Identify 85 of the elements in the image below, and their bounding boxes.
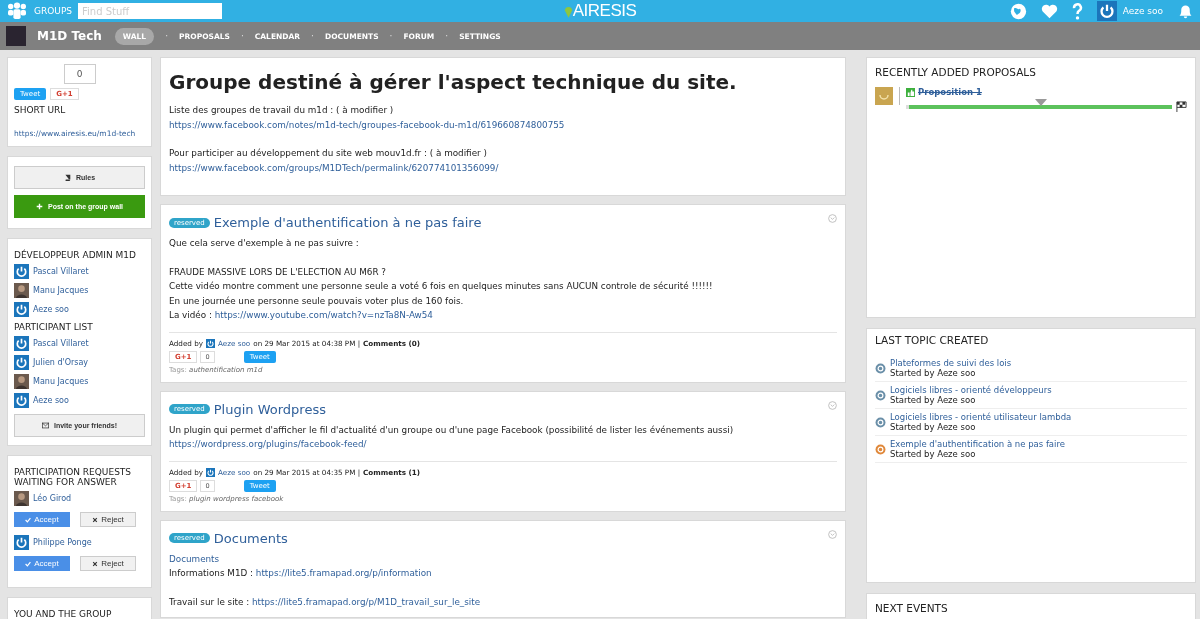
close-icon [92, 560, 99, 567]
topic-link[interactable]: Exemple d'authentification à ne pas faire [890, 439, 1065, 449]
link[interactable]: https://wordpress.org/plugins/facebook-feed/ [169, 439, 367, 449]
group-description-title: Groupe destiné à gérer l'aspect technique du site. [169, 70, 738, 94]
user-photo-icon [14, 374, 29, 389]
member-link[interactable]: Julien d'Orsay [33, 358, 89, 367]
topic-author: Started by Aeze soo [890, 449, 977, 459]
member-link[interactable]: Manu Jacques [33, 377, 89, 386]
group-name[interactable]: M1D Tech [37, 29, 102, 43]
user-photo-icon [14, 491, 29, 506]
section-heading: SHORT URL [14, 105, 67, 115]
topic-author: Started by Aeze soo [890, 395, 977, 405]
proposal-image-icon [875, 87, 900, 105]
topic-link[interactable]: Logiciels libres - orienté développeurs [890, 385, 1052, 395]
body-text: Travail sur le site : [169, 596, 251, 607]
link[interactable]: https://lite5.framapad.org/p/information [255, 568, 432, 578]
help-icon[interactable] [1071, 2, 1083, 20]
section-heading: DÉVELOPPEUR ADMIN M1D [14, 250, 137, 260]
body-text: Un plugin qui permet d'afficher le fil d'actualité d'un groupe ou d'une page Facebook (possibilité de lister les événements aussi) [169, 424, 734, 435]
topic-author: Started by Aeze soo [890, 368, 977, 378]
member-link[interactable]: Léo Girod [33, 494, 72, 503]
power-avatar-icon [14, 393, 29, 408]
member-link[interactable]: Manu Jacques [33, 286, 89, 295]
finish-flag-icon [1176, 101, 1187, 112]
collapse-icon[interactable] [828, 400, 837, 410]
separator-dot: · [389, 31, 393, 41]
plus-icon [35, 203, 43, 210]
section-heading: YOU AND THE GROUP [14, 609, 113, 619]
separator-dot: · [165, 31, 168, 41]
reject-button[interactable]: Reject [80, 556, 136, 571]
member-link[interactable]: Pascal Villaret [33, 267, 89, 276]
pin-logo-icon [563, 4, 573, 18]
collapse-icon[interactable] [828, 529, 837, 539]
power-avatar-icon [14, 264, 29, 279]
separator-dot: · [445, 31, 449, 41]
power-avatar-icon [14, 535, 29, 550]
body-text: Que cela serve d'exemple à ne pas suivre : [169, 238, 359, 248]
body-text: Liste des groupes de travail du m1d : ( à modifier ) [169, 105, 394, 115]
topic-author: Started by Aeze soo [890, 422, 977, 432]
heart-icon[interactable] [1040, 2, 1058, 20]
groups-icon[interactable] [6, 2, 28, 20]
envelope-icon [42, 422, 49, 429]
body-text: En une journée une personne seule pouvais voter plus de 160 fois. [169, 295, 464, 306]
section-heading: PARTICIPATION REQUESTS WAITING FOR ANSWER [14, 467, 133, 487]
thumbs-up-icon [906, 87, 915, 97]
section-heading: RECENTLY ADDED PROPOSALS [875, 66, 1037, 78]
proposal-link[interactable]: Proposition 1 [918, 87, 982, 97]
body-text: FRAUDE MASSIVE LORS DE L'ELECTION AU M6R ? [169, 266, 387, 277]
member-link[interactable]: Philippe Ponge [33, 538, 92, 547]
separator-dot: · [240, 31, 244, 41]
power-avatar-icon [14, 302, 29, 317]
power-avatar-icon [14, 355, 29, 370]
check-icon [25, 560, 32, 567]
link[interactable]: Documents [169, 553, 220, 564]
group-image [6, 26, 26, 46]
body-text: Informations M1D : [169, 568, 255, 578]
member-link[interactable]: Aeze soo [33, 396, 69, 405]
power-avatar-icon[interactable] [1096, 1, 1117, 21]
power-avatar-icon [14, 336, 29, 351]
post-title[interactable]: Exemple d'authentification à ne pas faire [213, 215, 482, 230]
member-link[interactable]: Pascal Villaret [33, 339, 89, 348]
power-avatar-icon [206, 338, 215, 348]
reject-button[interactable]: Reject [80, 512, 136, 527]
link[interactable]: https://www.youtube.com/watch?v=nzTa8N-Aw54 [214, 310, 433, 320]
power-avatar-icon [206, 467, 215, 477]
link[interactable]: https://lite5.framapad.org/p/M1D_travail_sur_le_site [252, 596, 481, 607]
section-heading: NEXT EVENTS [875, 602, 949, 614]
body-text: La vidéo : [169, 310, 213, 320]
link[interactable]: https://www.facebook.com/notes/m1d-tech/groupes-facebook-du-m1d/619660874800755 [169, 119, 565, 130]
post-title[interactable]: Plugin Wordpress [213, 401, 326, 417]
user-photo-icon [14, 283, 29, 298]
member-link[interactable]: Aeze soo [33, 305, 69, 314]
section-heading: PARTICIPANT LIST [14, 322, 94, 332]
collapse-icon[interactable] [828, 214, 837, 223]
body-text: Cette vidéo montre comment une personne seule a voté 6 fois en quelques minutes sans AUCUN controle de sécurité !!!!!! [169, 281, 713, 291]
body-text: Pour participer au développement du site web mouv1d.fr : ( à modifier ) [169, 148, 487, 158]
share-count: 0 [63, 64, 96, 84]
separator-dot: · [311, 31, 314, 41]
section-heading: LAST TOPIC CREATED [875, 334, 990, 346]
topic-link[interactable]: Plateformes de suivi des lois [890, 358, 1012, 368]
check-icon [25, 516, 32, 523]
link[interactable]: https://www.facebook.com/groups/M1DTech/permalink/620774101356099/ [169, 162, 499, 173]
post-title[interactable]: Documents [213, 530, 288, 546]
topic-link[interactable]: Logiciels libres - orienté utilisateur lambda [890, 412, 1072, 422]
close-icon [92, 516, 99, 523]
